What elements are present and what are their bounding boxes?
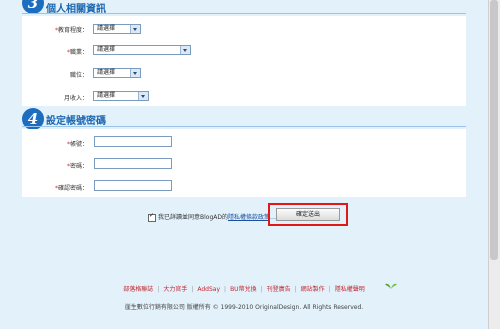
scrollbar-thumb[interactable]: [490, 0, 498, 260]
footer-separator: |: [191, 286, 194, 293]
privacy-policy-link[interactable]: 隱私權條款政策: [228, 214, 270, 221]
chevron-down-icon[interactable]: [130, 69, 140, 77]
agree-checkbox[interactable]: [148, 212, 156, 222]
account-panel: [22, 129, 466, 197]
footer-separator: |: [328, 286, 331, 293]
education-label: *教育程度：: [54, 27, 88, 34]
confirm-password-label: *確認密碼：: [54, 185, 88, 192]
footer-link[interactable]: 大力官手: [163, 286, 187, 293]
footer-link[interactable]: 部落格聯誌: [123, 286, 153, 293]
footer-link[interactable]: 隱私權聲明: [335, 286, 365, 293]
section-divider: [22, 126, 466, 127]
chevron-down-icon[interactable]: [180, 46, 190, 54]
footer-links: 部落格聯誌 | 大力官手 | AddSay | BU幣兌換 | 刊登廣告 | 網站製作 | 隱私權聲明: [0, 284, 488, 293]
agreement-row: 我已詳讀並同意BlogAD的隱私權條款政策…: [148, 212, 276, 222]
footer-separator: |: [157, 286, 160, 293]
occupation-label: *職業：: [66, 49, 88, 56]
income-select[interactable]: 請選擇: [93, 91, 149, 101]
section-divider: [22, 13, 466, 14]
chevron-down-icon[interactable]: [130, 25, 140, 33]
footer-separator: |: [260, 286, 263, 293]
footer-link[interactable]: BU幣兌換: [230, 286, 257, 293]
password-label: *密碼：: [66, 163, 88, 170]
submit-button[interactable]: 確定送出: [276, 208, 340, 221]
position-select[interactable]: 請選擇: [93, 68, 141, 78]
username-label: *帳號：: [66, 141, 88, 148]
personal-info-panel: [22, 16, 466, 106]
footer-link[interactable]: 網站製作: [301, 286, 325, 293]
copyright-text: 崖生數位行銷有限公司 版權所有 © 1999-2010 OriginalDesi…: [124, 304, 364, 311]
username-input[interactable]: [94, 136, 172, 147]
agreement-text: 我已詳讀並同意BlogAD的: [158, 214, 228, 221]
footer-link[interactable]: AddSay: [197, 286, 220, 293]
password-input[interactable]: [94, 158, 172, 169]
section-title-account-password: 設定帳號密碼: [46, 116, 106, 127]
footer-link[interactable]: 刊登廣告: [267, 286, 291, 293]
leaf-icon: [385, 283, 397, 289]
footer-separator: |: [294, 286, 297, 293]
confirm-password-input[interactable]: [94, 180, 172, 191]
income-label: 月收入：: [63, 95, 88, 102]
footer-separator: |: [224, 286, 227, 293]
occupation-select[interactable]: 請選擇: [93, 45, 191, 55]
position-label: 職位：: [69, 72, 88, 79]
education-select[interactable]: 請選擇: [93, 24, 141, 34]
chevron-down-icon[interactable]: [138, 92, 148, 100]
